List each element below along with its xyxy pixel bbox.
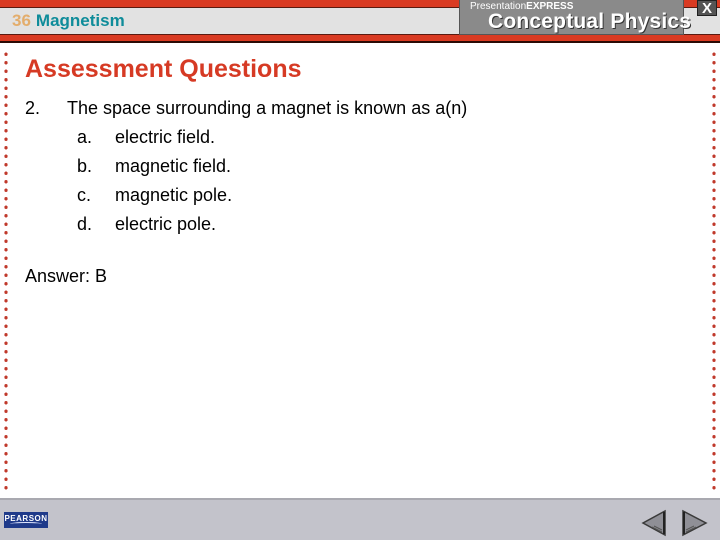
option-c: c. magnetic pole. <box>77 185 232 206</box>
option-d: d. electric pole. <box>77 214 216 235</box>
triangle-left-icon <box>641 509 666 537</box>
chapter-number: 36 <box>12 11 31 30</box>
option-text: magnetic field. <box>115 156 232 176</box>
option-b: b. magnetic field. <box>77 156 231 177</box>
header-divider <box>0 41 720 43</box>
slide-title: Assessment Questions <box>25 55 302 83</box>
previous-slide-button[interactable] <box>640 508 670 538</box>
brand-logo: PresentationEXPRESS Conceptual Physics <box>459 0 691 35</box>
option-text: electric pole. <box>115 214 217 234</box>
chapter-title: Magnetism <box>35 11 125 30</box>
question-number: 2. <box>25 98 41 118</box>
dotted-border-left <box>4 50 8 490</box>
close-button[interactable]: X <box>697 0 717 17</box>
option-text: magnetic pole. <box>115 185 233 205</box>
footer-bar: PEARSON <box>0 498 720 540</box>
header-bar: 36 Magnetism PresentationEXPRESS Conceptu… <box>0 0 720 43</box>
dotted-border-right <box>712 50 716 490</box>
option-text: electric field. <box>115 127 216 147</box>
option-letter: c. <box>77 185 92 205</box>
option-letter: b. <box>77 156 93 176</box>
question-text: The space surrounding a magnet is known … <box>67 98 468 118</box>
triangle-right-icon <box>682 509 708 537</box>
pearson-swoosh <box>10 522 42 526</box>
option-letter: d. <box>77 214 93 234</box>
option-letter: a. <box>77 127 93 147</box>
brand-title: Conceptual Physics <box>488 10 692 33</box>
chapter-heading: 36 Magnetism <box>12 11 125 31</box>
next-slide-button[interactable] <box>680 508 710 538</box>
option-a: a. electric field. <box>77 127 215 148</box>
answer-text: Answer: B <box>25 266 108 286</box>
pearson-logo: PEARSON <box>4 512 48 528</box>
